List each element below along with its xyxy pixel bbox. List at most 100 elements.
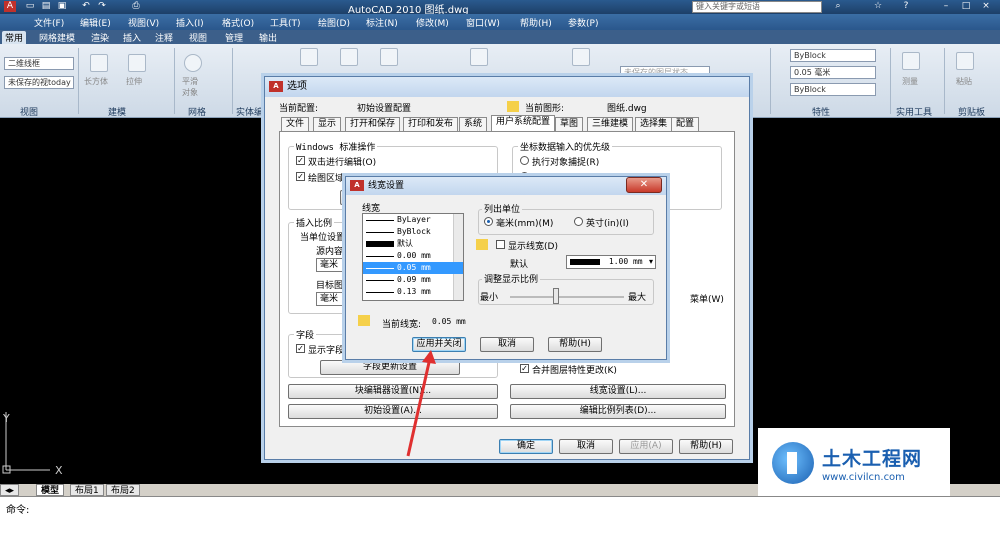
menu-insert[interactable]: 插入(I)	[176, 16, 204, 29]
new-file-icon[interactable]: ▭	[24, 1, 36, 12]
open-file-icon[interactable]: ▤	[40, 1, 52, 12]
modify-icon[interactable]	[340, 48, 358, 66]
lineweight-list-item[interactable]: 0.13 mm	[363, 286, 463, 298]
default-lineweight-select[interactable]: 1.00 mm ▾	[566, 255, 656, 269]
undo-icon[interactable]: ↶	[80, 1, 92, 12]
unit-inch-radio[interactable]	[574, 217, 583, 226]
close-icon[interactable]: ✕	[626, 177, 662, 193]
menu-edit[interactable]: 编辑(E)	[80, 16, 111, 29]
lineweight-swatch	[366, 268, 394, 269]
lineweight-list-item[interactable]: 默认	[363, 238, 463, 250]
block-editor-settings-button[interactable]: 块编辑器设置(N)...	[288, 384, 498, 399]
lineweight-list-item[interactable]: 0.00 mm	[363, 250, 463, 262]
unit-mm-radio[interactable]	[484, 217, 493, 226]
tab-profiles[interactable]: 配置	[671, 117, 700, 131]
tab-render[interactable]: 渲染	[88, 31, 112, 44]
lineweight-dialog-titlebar[interactable]: A 线宽设置 ✕	[346, 177, 666, 195]
tab-insert[interactable]: 插入	[120, 31, 144, 44]
ok-button[interactable]: 确定	[499, 439, 553, 454]
tab-open-save[interactable]: 打开和保存	[345, 117, 401, 131]
display-scale-slider-thumb[interactable]	[553, 288, 560, 304]
lineweight-list-item[interactable]: ByBlock	[363, 226, 463, 238]
solid-edit-icon[interactable]	[300, 48, 318, 66]
tab-home[interactable]: 常用	[2, 31, 27, 44]
autocad-logo-icon[interactable]: A	[4, 1, 16, 12]
tab-plot-publish[interactable]: 打印和发布	[403, 117, 459, 131]
gizmo-icon[interactable]	[572, 48, 590, 66]
merge-layer-checkbox[interactable]: ✓	[520, 364, 529, 373]
paste-icon[interactable]	[956, 52, 974, 70]
box-icon[interactable]	[90, 54, 108, 72]
tab-model[interactable]: 模型	[36, 484, 65, 496]
tab-3d-modeling[interactable]: 三维建模	[587, 117, 634, 131]
box-label: 长方体	[84, 77, 108, 86]
measure-icon[interactable]	[902, 52, 920, 70]
help-icon[interactable]: ?	[900, 1, 912, 12]
star-icon[interactable]: ☆	[872, 1, 884, 12]
print-icon[interactable]: ⎙	[130, 1, 142, 12]
menu-format[interactable]: 格式(O)	[222, 16, 254, 29]
tab-view[interactable]: 视图	[186, 31, 210, 44]
tab-display[interactable]: 显示	[313, 117, 342, 131]
show-field-background-checkbox[interactable]: ✓	[296, 344, 305, 353]
command-line[interactable]: 命令:	[0, 496, 1000, 534]
tab-manage[interactable]: 管理	[222, 31, 246, 44]
lineweight-combo[interactable]: 0.05 毫米	[790, 66, 876, 79]
tab-annotate[interactable]: 注释	[152, 31, 176, 44]
linetype-combo[interactable]: ByBlock	[790, 83, 876, 96]
cube-icon[interactable]	[470, 48, 488, 66]
cancel-button[interactable]: 取消	[559, 439, 613, 454]
tab-drafting[interactable]: 草图	[555, 117, 584, 131]
double-click-checkbox[interactable]: ✓	[296, 156, 305, 165]
menu-window[interactable]: 窗口(W)	[466, 16, 500, 29]
current-lineweight-value: 0.05 mm	[432, 317, 466, 326]
lineweight-settings-button[interactable]: 线宽设置(L)...	[510, 384, 726, 399]
display-lineweight-checkbox[interactable]	[496, 240, 505, 249]
display-scale-slider-track[interactable]	[510, 296, 624, 298]
named-view-combo[interactable]: 未保存的视today	[4, 76, 74, 89]
initial-setup-button[interactable]: 初始设置(A)...	[288, 404, 498, 419]
menu-view[interactable]: 视图(V)	[128, 16, 159, 29]
options-dialog-titlebar[interactable]: A 选项	[265, 77, 749, 97]
lineweight-list-item[interactable]: ByLayer	[363, 214, 463, 226]
menu-tools[interactable]: 工具(T)	[270, 16, 301, 29]
nav-arrows-icon[interactable]: ◂▸	[0, 484, 20, 496]
osnap-radio[interactable]	[520, 156, 529, 165]
color-combo[interactable]: ByBlock	[790, 49, 876, 62]
minimize-icon[interactable]: –	[940, 1, 952, 12]
save-icon[interactable]: ▣	[56, 1, 68, 12]
close-icon[interactable]: ×	[980, 1, 992, 12]
tab-layout1[interactable]: 布局1	[70, 484, 104, 496]
tab-system[interactable]: 系统	[459, 117, 488, 131]
menu-dimension[interactable]: 标注(N)	[366, 16, 398, 29]
tab-selection[interactable]: 选择集	[635, 117, 673, 131]
search-input[interactable]: 键入关键字或短语	[692, 1, 822, 13]
tab-output[interactable]: 输出	[256, 31, 280, 44]
menu-file[interactable]: 文件(F)	[34, 16, 64, 29]
draw-icon[interactable]	[380, 48, 398, 66]
panel-label-clipboard: 剪贴板	[958, 108, 986, 118]
search-icon[interactable]: ⌕	[832, 1, 844, 12]
tab-mesh-modeling[interactable]: 网格建模	[36, 31, 78, 44]
tab-user-preferences[interactable]: 用户系统配置	[491, 115, 556, 131]
help-button[interactable]: 帮助(H)	[679, 439, 733, 454]
lineweight-list[interactable]: ByLayer ByBlock 默认 0.00 mm 0.05 mm 0.09 mm 0.1…	[362, 213, 464, 301]
tab-layout2[interactable]: 布局2	[106, 484, 140, 496]
lw-help-button[interactable]: 帮助(H)	[548, 337, 602, 352]
redo-icon[interactable]: ↷	[96, 1, 108, 12]
lineweight-list-item[interactable]: 0.09 mm	[363, 274, 463, 286]
shortcut-menu-checkbox[interactable]: ✓	[296, 172, 305, 181]
edit-scale-list-button[interactable]: 编辑比例列表(D)...	[510, 404, 726, 419]
maximize-icon[interactable]: □	[960, 1, 972, 12]
smooth-icon[interactable]	[184, 54, 202, 72]
menu-draw[interactable]: 绘图(D)	[318, 16, 350, 29]
visual-style-combo[interactable]: 二维线框	[4, 57, 74, 70]
lw-cancel-button[interactable]: 取消	[480, 337, 534, 352]
menu-parameters[interactable]: 参数(P)	[568, 16, 598, 29]
menu-modify[interactable]: 修改(M)	[416, 16, 449, 29]
extrude-icon[interactable]	[128, 54, 146, 72]
lineweight-list-item[interactable]: 0.05 mm	[363, 262, 463, 274]
apply-button[interactable]: 应用(A)	[619, 439, 673, 454]
tab-files[interactable]: 文件	[281, 117, 310, 131]
menu-help[interactable]: 帮助(H)	[520, 16, 552, 29]
